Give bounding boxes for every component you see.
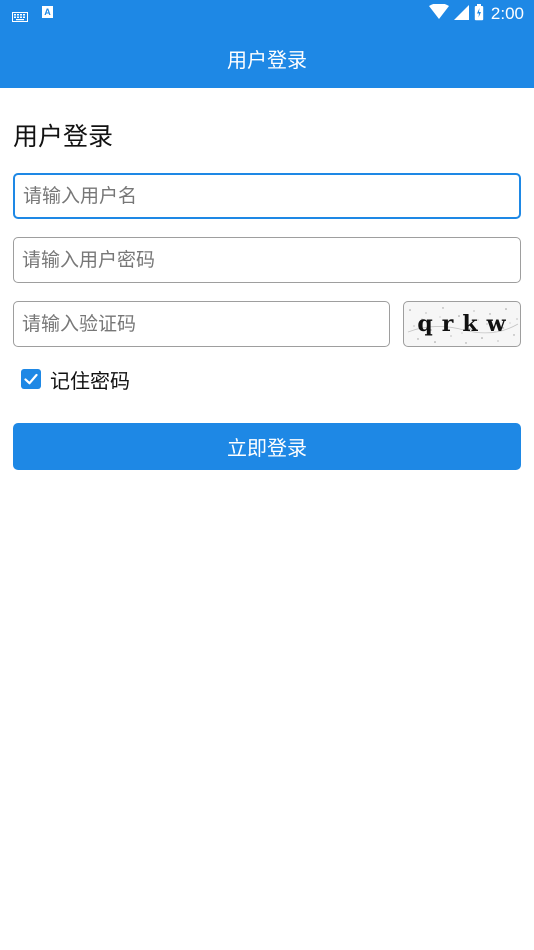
captcha-text: qrkw [417,311,515,337]
checkmark-icon [24,373,38,385]
remember-password[interactable]: 记住密码 [21,367,130,393]
cellular-signal-icon [453,4,469,24]
status-time: 2:00 [490,4,524,23]
username-field[interactable] [13,173,521,219]
a-icon: A [42,6,53,18]
password-field[interactable] [13,237,521,283]
remember-checkbox[interactable] [21,369,41,389]
captcha-input[interactable] [14,302,389,346]
status-bar: A 2:00 [0,0,534,28]
notification-icons: A [12,6,53,22]
wifi-icon [428,3,449,24]
captcha-image[interactable]: qrkw [403,301,521,347]
app-bar-title: 用户登录 [227,47,307,72]
system-icons: 2:00 [428,3,524,25]
app-bar: 用户登录 [0,28,534,88]
keyboard-icon [12,7,28,22]
battery-icon [474,3,484,25]
login-screen: A 2:00 用户登录 用户登录 请输入用户名 请输入验证码 qrkw 记住密码… [0,0,534,950]
captcha-field[interactable] [13,301,390,347]
page-title: 用户登录 [13,122,114,151]
username-input[interactable] [15,175,519,217]
password-input[interactable] [14,238,520,282]
remember-label: 记住密码 [50,368,130,393]
login-button[interactable]: 立即登录 [13,423,521,470]
